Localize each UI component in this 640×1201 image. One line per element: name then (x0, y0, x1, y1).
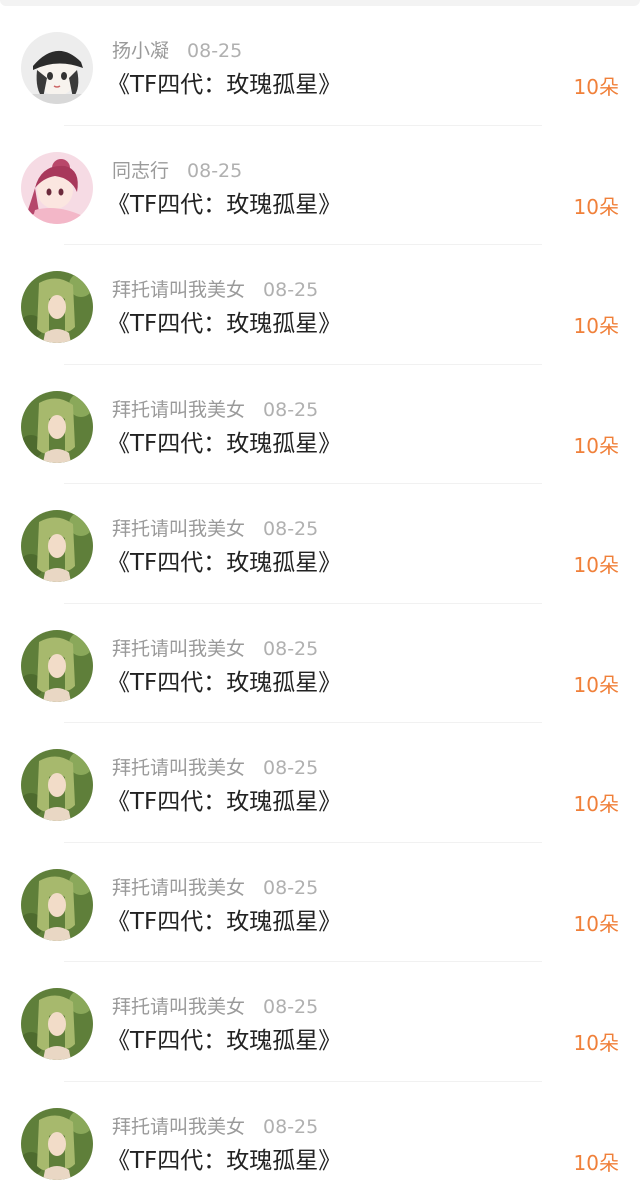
green-hair-girl-avatar-icon[interactable] (21, 510, 93, 582)
list-item[interactable]: 拜托请叫我美女 08-25 《TF四代：玫瑰孤星》 10朵 (0, 1082, 640, 1201)
book-title[interactable]: 《TF四代：玫瑰孤星》 (107, 905, 341, 939)
list-item[interactable]: 拜托请叫我美女 08-25 《TF四代：玫瑰孤星》 10朵 (0, 484, 640, 604)
flower-amount: 10朵 (574, 670, 619, 700)
date-label: 08-25 (263, 279, 318, 301)
flower-amount: 10朵 (574, 72, 619, 102)
username-date-line: 同志行 08-25 (112, 158, 242, 184)
green-hair-girl-avatar-icon[interactable] (21, 1108, 93, 1180)
username-date-line: 拜托请叫我美女 08-25 (112, 516, 318, 542)
username-date-line: 拜托请叫我美女 08-25 (112, 1114, 318, 1140)
list-item[interactable]: 拜托请叫我美女 08-25 《TF四代：玫瑰孤星》 10朵 (0, 723, 640, 843)
book-title[interactable]: 《TF四代：玫瑰孤星》 (107, 307, 341, 341)
list-item[interactable]: 拜托请叫我美女 08-25 《TF四代：玫瑰孤星》 10朵 (0, 245, 640, 365)
book-title[interactable]: 《TF四代：玫瑰孤星》 (107, 188, 341, 222)
list-item[interactable]: 同志行 08-25 《TF四代：玫瑰孤星》 10朵 (0, 126, 640, 246)
anime-girl-pink-avatar-icon[interactable] (21, 152, 93, 224)
flower-amount: 10朵 (574, 550, 619, 580)
username[interactable]: 拜托请叫我美女 (112, 279, 245, 301)
book-title[interactable]: 《TF四代：玫瑰孤星》 (107, 666, 341, 700)
book-title[interactable]: 《TF四代：玫瑰孤星》 (107, 1024, 341, 1058)
username[interactable]: 拜托请叫我美女 (112, 518, 245, 540)
book-title[interactable]: 《TF四代：玫瑰孤星》 (107, 68, 341, 102)
username[interactable]: 同志行 (112, 160, 169, 182)
date-label: 08-25 (263, 996, 318, 1018)
username[interactable]: 拜托请叫我美女 (112, 996, 245, 1018)
date-label: 08-25 (263, 399, 318, 421)
date-label: 08-25 (263, 757, 318, 779)
flower-amount: 10朵 (574, 909, 619, 939)
username[interactable]: 拜托请叫我美女 (112, 757, 245, 779)
username-date-line: 拜托请叫我美女 08-25 (112, 755, 318, 781)
list-item[interactable]: 扬小凝 08-25 《TF四代：玫瑰孤星》 10朵 (0, 6, 640, 126)
flower-amount: 10朵 (574, 311, 619, 341)
username[interactable]: 拜托请叫我美女 (112, 877, 245, 899)
green-hair-girl-avatar-icon[interactable] (21, 271, 93, 343)
date-label: 08-25 (263, 877, 318, 899)
green-hair-girl-avatar-icon[interactable] (21, 391, 93, 463)
username-date-line: 拜托请叫我美女 08-25 (112, 994, 318, 1020)
book-title[interactable]: 《TF四代：玫瑰孤星》 (107, 1144, 341, 1178)
book-title[interactable]: 《TF四代：玫瑰孤星》 (107, 427, 341, 461)
list-item[interactable]: 拜托请叫我美女 08-25 《TF四代：玫瑰孤星》 10朵 (0, 962, 640, 1082)
green-hair-girl-avatar-icon[interactable] (21, 869, 93, 941)
flower-amount: 10朵 (574, 789, 619, 819)
flower-amount: 10朵 (574, 1028, 619, 1058)
date-label: 08-25 (263, 638, 318, 660)
username-date-line: 扬小凝 08-25 (112, 38, 242, 64)
username[interactable]: 拜托请叫我美女 (112, 638, 245, 660)
flower-amount: 10朵 (574, 431, 619, 461)
green-hair-girl-avatar-icon[interactable] (21, 630, 93, 702)
anime-boy-cap-avatar-icon[interactable] (21, 32, 93, 104)
date-label: 08-25 (187, 160, 242, 182)
username-date-line: 拜托请叫我美女 08-25 (112, 277, 318, 303)
flower-amount: 10朵 (574, 192, 619, 222)
green-hair-girl-avatar-icon[interactable] (21, 749, 93, 821)
flower-amount: 10朵 (574, 1148, 619, 1178)
username[interactable]: 拜托请叫我美女 (112, 399, 245, 421)
book-title[interactable]: 《TF四代：玫瑰孤星》 (107, 546, 341, 580)
username[interactable]: 拜托请叫我美女 (112, 1116, 245, 1138)
list-item[interactable]: 拜托请叫我美女 08-25 《TF四代：玫瑰孤星》 10朵 (0, 365, 640, 485)
username-date-line: 拜托请叫我美女 08-25 (112, 397, 318, 423)
username[interactable]: 扬小凝 (112, 40, 169, 62)
green-hair-girl-avatar-icon[interactable] (21, 988, 93, 1060)
list-item[interactable]: 拜托请叫我美女 08-25 《TF四代：玫瑰孤星》 10朵 (0, 604, 640, 724)
list-item[interactable]: 拜托请叫我美女 08-25 《TF四代：玫瑰孤星》 10朵 (0, 843, 640, 963)
username-date-line: 拜托请叫我美女 08-25 (112, 875, 318, 901)
date-label: 08-25 (263, 518, 318, 540)
date-label: 08-25 (263, 1116, 318, 1138)
book-title[interactable]: 《TF四代：玫瑰孤星》 (107, 785, 341, 819)
date-label: 08-25 (187, 40, 242, 62)
username-date-line: 拜托请叫我美女 08-25 (112, 636, 318, 662)
